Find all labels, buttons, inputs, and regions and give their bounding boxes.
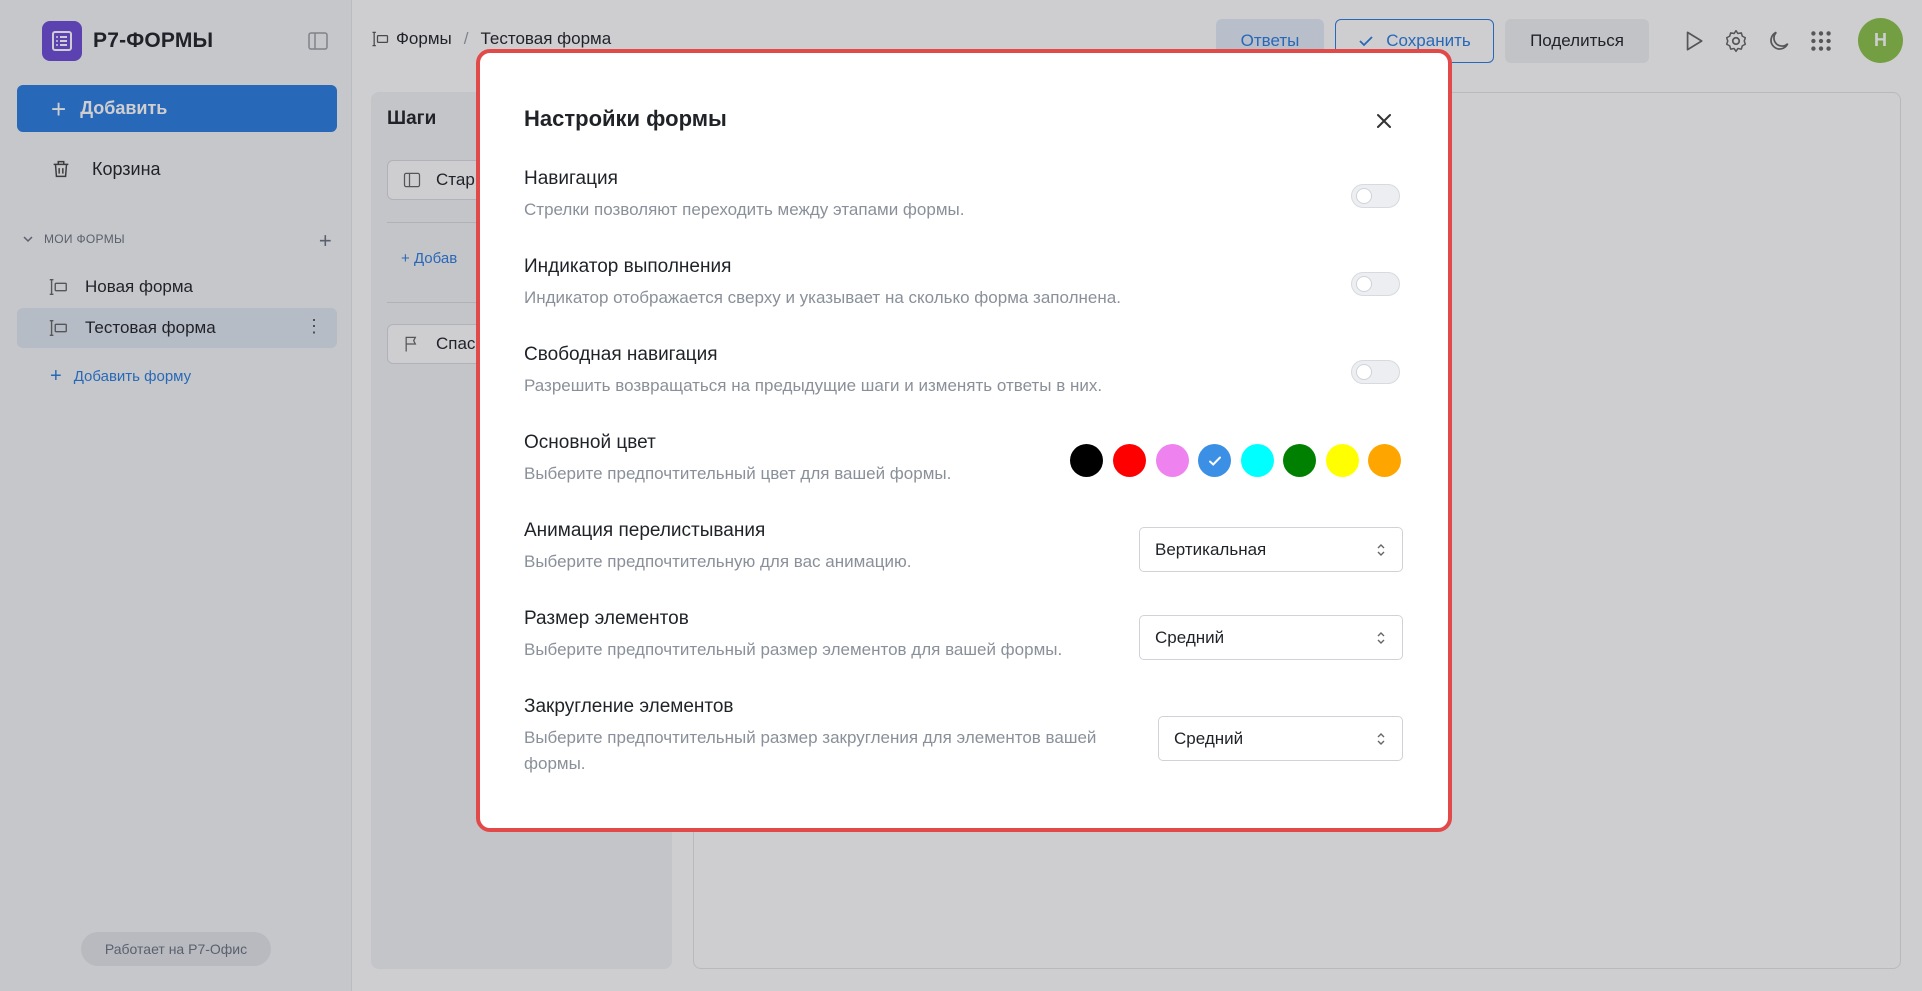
setting-element-rounding: Закругление элементов Выберите предпочти… <box>524 696 1144 776</box>
close-icon[interactable] <box>1372 109 1396 133</box>
color-swatch-black[interactable] <box>1070 444 1103 477</box>
color-swatch-violet[interactable] <box>1156 444 1189 477</box>
setting-navigation: Навигация Стрелки позволяют переходить м… <box>524 168 1404 223</box>
color-swatch-red[interactable] <box>1113 444 1146 477</box>
select-value: Средний <box>1174 728 1244 748</box>
progress-indicator-toggle[interactable] <box>1351 272 1400 296</box>
form-settings-dialog: Настройки формы Навигация Стрелки позвол… <box>476 49 1452 832</box>
select-value: Средний <box>1155 627 1225 647</box>
setting-description: Индикатор отображается сверху и указывае… <box>524 288 1121 307</box>
chevron-up-down-icon <box>1377 632 1385 644</box>
setting-title: Основной цвет <box>524 432 656 453</box>
check-icon <box>1208 456 1221 466</box>
navigation-toggle[interactable] <box>1351 184 1400 208</box>
select-value: Вертикальная <box>1155 539 1267 559</box>
setting-description: Стрелки позволяют переходить между этапа… <box>524 200 965 219</box>
chevron-up-down-icon <box>1377 733 1385 745</box>
setting-description: Разрешить возвращаться на предыдущие шаг… <box>524 376 1103 395</box>
setting-progress-indicator: Индикатор выполнения Индикатор отображае… <box>524 256 1404 311</box>
setting-free-navigation: Свободная навигация Разрешить возвращать… <box>524 344 1404 399</box>
color-swatch-green[interactable] <box>1283 444 1316 477</box>
setting-title: Свободная навигация <box>524 344 718 365</box>
toggle-knob <box>1356 276 1372 292</box>
toggle-knob <box>1356 188 1372 204</box>
element-size-select[interactable]: Средний <box>1139 615 1403 660</box>
element-rounding-select[interactable]: Средний <box>1158 716 1403 761</box>
color-swatch-blue[interactable] <box>1198 444 1231 477</box>
color-swatch-orange[interactable] <box>1368 444 1401 477</box>
free-navigation-toggle[interactable] <box>1351 360 1400 384</box>
setting-title: Навигация <box>524 168 618 189</box>
color-swatch-cyan[interactable] <box>1241 444 1274 477</box>
setting-title: Закругление элементов <box>524 696 734 717</box>
setting-description: Выберите предпочтительный размер закругл… <box>524 728 1097 773</box>
toggle-knob <box>1356 364 1372 380</box>
dialog-title: Настройки формы <box>524 106 727 131</box>
chevron-up-down-icon <box>1377 544 1385 556</box>
color-swatch-yellow[interactable] <box>1326 444 1359 477</box>
setting-title: Индикатор выполнения <box>524 256 732 277</box>
animation-select[interactable]: Вертикальная <box>1139 527 1403 572</box>
